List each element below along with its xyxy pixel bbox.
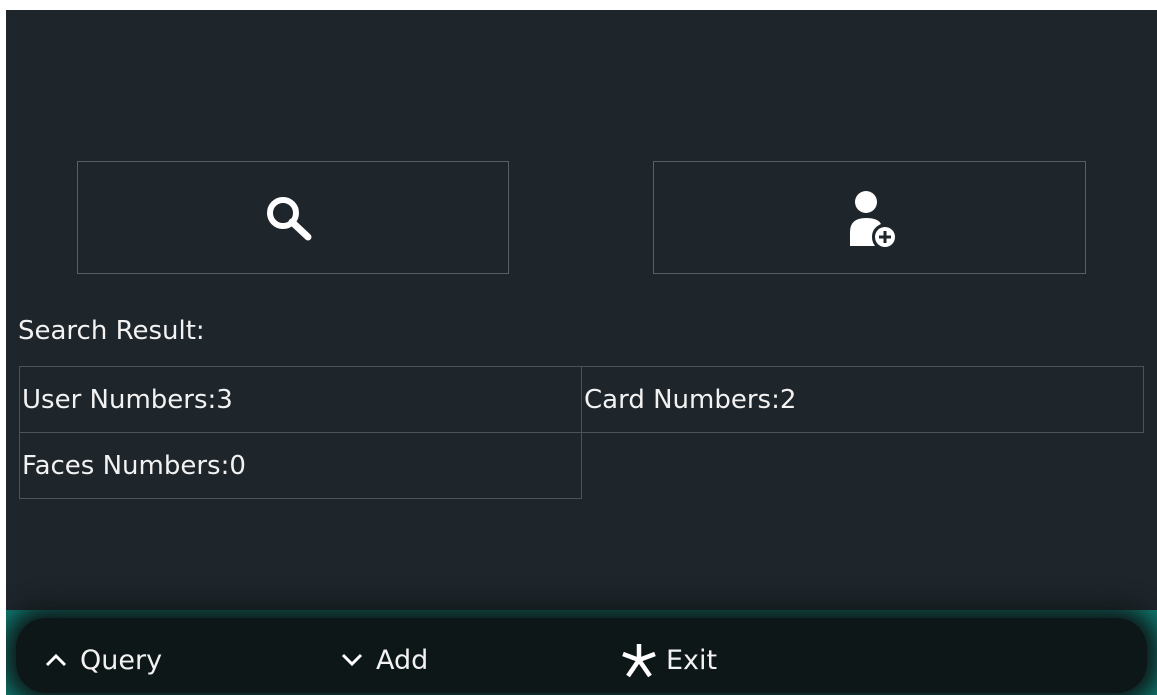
add-user-button[interactable] — [653, 161, 1086, 274]
query-soft-key[interactable]: Query — [44, 638, 162, 682]
search-icon — [267, 196, 312, 240]
chevron-up-icon — [45, 653, 67, 667]
query-button[interactable] — [77, 161, 509, 274]
exit-soft-key[interactable]: Exit — [620, 638, 717, 682]
add-soft-key-label: Add — [376, 644, 429, 676]
faces-numbers-value: Faces Numbers:0 — [22, 450, 246, 481]
user-numbers-value: User Numbers:3 — [22, 384, 233, 415]
add-user-icon — [849, 190, 895, 247]
card-numbers-value: Card Numbers:2 — [584, 384, 797, 415]
bottom-bar-inner — [16, 618, 1147, 693]
screen: Search Result: User Numbers:3 Card Numbe… — [6, 10, 1157, 695]
user-numbers-cell: User Numbers:3 — [19, 366, 582, 433]
card-numbers-cell: Card Numbers:2 — [581, 366, 1144, 433]
search-result-label: Search Result: — [18, 316, 205, 346]
chevron-down-icon — [341, 653, 363, 667]
faces-numbers-cell: Faces Numbers:0 — [19, 432, 582, 499]
add-soft-key[interactable]: Add — [340, 638, 428, 682]
query-soft-key-label: Query — [80, 644, 163, 676]
asterisk-icon — [622, 644, 656, 678]
exit-soft-key-label: Exit — [666, 644, 718, 676]
bottom-soft-key-bar — [6, 610, 1157, 695]
